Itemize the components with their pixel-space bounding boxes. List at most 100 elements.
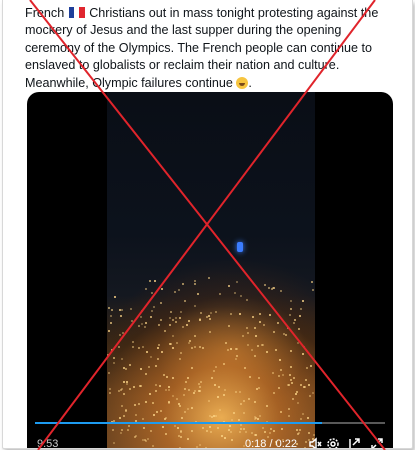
candle-light xyxy=(177,288,180,291)
candle-light xyxy=(175,398,178,401)
candle-light xyxy=(267,287,270,290)
candle-light xyxy=(280,428,283,431)
candle-light xyxy=(239,295,242,298)
candle-light xyxy=(181,282,184,285)
candle-light xyxy=(269,313,272,316)
candle-light xyxy=(214,384,217,387)
candle-light xyxy=(279,359,282,362)
candle-light xyxy=(162,448,164,449)
candle-light xyxy=(288,407,291,410)
candle-light xyxy=(109,322,112,325)
candle-light xyxy=(149,316,152,319)
candle-light xyxy=(121,332,124,335)
candle-light xyxy=(254,327,257,330)
candle-light xyxy=(171,347,174,350)
candle-light xyxy=(121,404,124,407)
candle-light xyxy=(210,377,213,380)
candle-light xyxy=(128,388,131,391)
candle-light xyxy=(141,345,144,348)
candle-light xyxy=(310,280,313,283)
candle-light xyxy=(243,366,246,369)
candle-light xyxy=(309,394,312,397)
candle-light xyxy=(308,384,311,387)
candle-light xyxy=(296,341,299,344)
candle-light xyxy=(246,326,249,329)
candle-light xyxy=(160,301,163,304)
candle-light xyxy=(306,367,309,370)
candle-light xyxy=(135,414,138,417)
candle-light xyxy=(159,385,162,388)
candle-light xyxy=(219,408,222,411)
candle-light xyxy=(157,358,160,361)
candle-light xyxy=(287,384,290,387)
candle-light xyxy=(113,357,116,360)
candle-light xyxy=(254,335,257,338)
candle-light xyxy=(167,401,170,404)
candle-light xyxy=(145,372,148,375)
fullscreen-icon[interactable] xyxy=(370,432,384,448)
candle-light xyxy=(179,316,182,319)
mute-icon[interactable] xyxy=(308,432,322,448)
candle-light xyxy=(241,334,244,337)
candle-light xyxy=(185,381,188,384)
candle-light xyxy=(178,357,181,360)
candle-light xyxy=(284,334,287,337)
candle-light xyxy=(141,322,144,325)
candle-light xyxy=(287,415,290,418)
candle-light xyxy=(279,290,282,293)
candle-light xyxy=(157,324,160,327)
candle-light xyxy=(131,319,134,322)
candle-light xyxy=(196,292,199,295)
candle-light xyxy=(120,358,123,361)
candle-light xyxy=(258,320,261,323)
candle-light xyxy=(121,309,124,312)
candle-light xyxy=(273,391,276,394)
candle-light xyxy=(233,292,236,295)
candle-light xyxy=(170,310,173,313)
candle-light xyxy=(260,343,263,346)
candle-light xyxy=(122,381,125,384)
candle-light xyxy=(246,344,249,347)
candle-light xyxy=(178,404,181,407)
candle-light xyxy=(140,368,143,371)
candle-light xyxy=(194,305,197,308)
candle-light xyxy=(279,368,282,371)
candle-light xyxy=(110,315,113,318)
pip-icon[interactable] xyxy=(347,432,361,448)
candle-light xyxy=(142,427,145,430)
candle-light xyxy=(174,321,177,324)
candle-light xyxy=(166,376,169,379)
candle-light xyxy=(289,308,292,311)
candle-light xyxy=(123,392,126,395)
candle-light xyxy=(292,322,295,325)
candle-light xyxy=(238,391,241,394)
video-progress-bar[interactable] xyxy=(35,422,385,424)
candle-light xyxy=(243,428,246,430)
candle-light xyxy=(312,392,315,395)
candle-light xyxy=(224,342,227,345)
settings-icon[interactable] xyxy=(326,432,340,448)
candle-light xyxy=(108,372,111,375)
candle-light xyxy=(168,389,171,392)
candle-light xyxy=(126,429,129,432)
candle-light xyxy=(299,428,302,431)
candle-light xyxy=(167,386,170,389)
candle-light xyxy=(199,345,202,348)
candle-light xyxy=(111,309,114,312)
candle-light xyxy=(151,401,154,404)
candle-light xyxy=(229,424,232,427)
candle-light xyxy=(187,389,190,392)
candle-light xyxy=(288,373,291,376)
candle-light xyxy=(201,346,204,349)
candle-light xyxy=(175,317,178,320)
candle-light xyxy=(245,298,248,301)
candle-light xyxy=(155,364,158,367)
video-controls: 9.53 0:18 / 0:22 xyxy=(27,432,393,448)
candle-light xyxy=(119,309,122,312)
candle-light xyxy=(147,365,150,368)
candle-light xyxy=(172,395,175,398)
video-player[interactable]: 9.53 0:18 / 0:22 xyxy=(27,92,393,449)
candle-light xyxy=(183,393,186,396)
candle-light xyxy=(293,319,296,321)
candle-light xyxy=(169,342,172,345)
